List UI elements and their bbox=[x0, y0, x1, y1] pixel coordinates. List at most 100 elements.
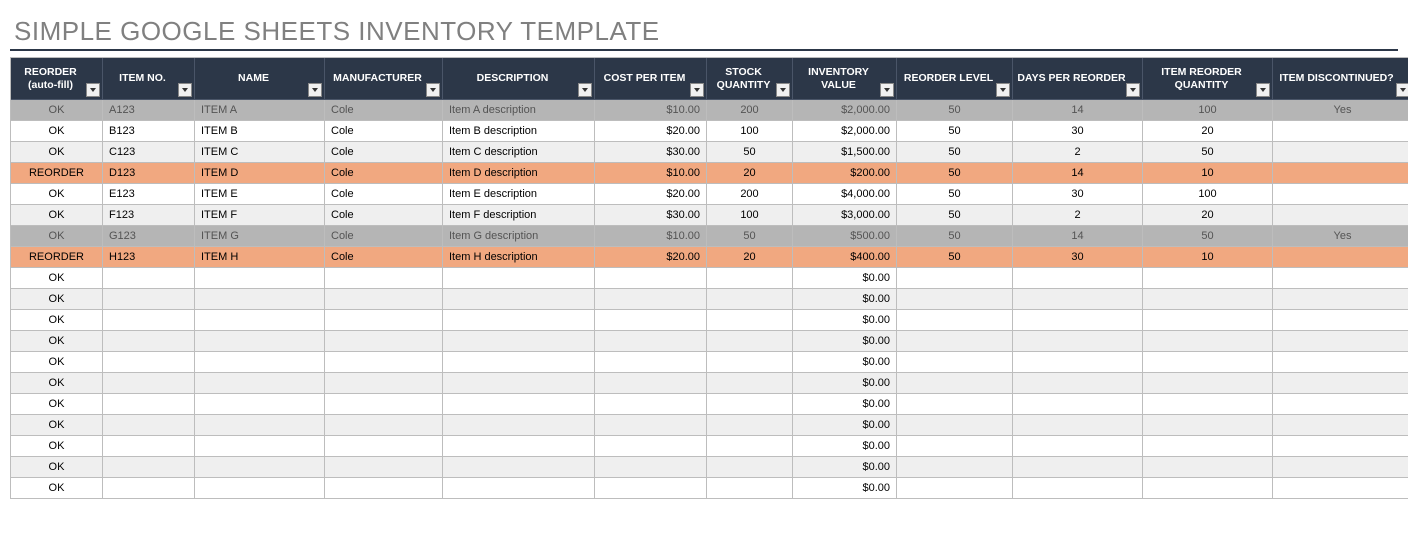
table-cell[interactable] bbox=[1273, 436, 1408, 457]
table-cell[interactable]: Item G description bbox=[443, 226, 595, 247]
table-cell[interactable]: Cole bbox=[325, 184, 443, 205]
table-cell[interactable]: Item C description bbox=[443, 142, 595, 163]
table-cell[interactable]: 2 bbox=[1013, 142, 1143, 163]
table-cell[interactable] bbox=[195, 310, 325, 331]
table-cell[interactable] bbox=[897, 457, 1013, 478]
table-cell[interactable]: ITEM A bbox=[195, 100, 325, 121]
table-cell[interactable]: Yes bbox=[1273, 226, 1408, 247]
table-cell[interactable] bbox=[595, 352, 707, 373]
table-cell[interactable]: $2,000.00 bbox=[793, 121, 897, 142]
table-cell[interactable] bbox=[1143, 457, 1273, 478]
filter-dropdown-icon[interactable] bbox=[178, 83, 192, 97]
column-header[interactable]: REORDER LEVEL bbox=[897, 58, 1013, 100]
table-cell[interactable]: $10.00 bbox=[595, 226, 707, 247]
column-header[interactable]: STOCK QUANTITY bbox=[707, 58, 793, 100]
column-header[interactable]: DAYS PER REORDER bbox=[1013, 58, 1143, 100]
filter-dropdown-icon[interactable] bbox=[578, 83, 592, 97]
table-cell[interactable] bbox=[443, 268, 595, 289]
table-cell[interactable]: $0.00 bbox=[793, 373, 897, 394]
table-cell[interactable]: $0.00 bbox=[793, 415, 897, 436]
table-cell[interactable] bbox=[707, 373, 793, 394]
table-cell[interactable] bbox=[325, 478, 443, 499]
table-cell[interactable] bbox=[1273, 415, 1408, 436]
table-cell[interactable]: 2 bbox=[1013, 205, 1143, 226]
table-cell[interactable] bbox=[1143, 331, 1273, 352]
table-cell[interactable] bbox=[595, 373, 707, 394]
table-cell[interactable]: H123 bbox=[103, 247, 195, 268]
table-cell[interactable] bbox=[443, 478, 595, 499]
filter-dropdown-icon[interactable] bbox=[1126, 83, 1140, 97]
table-cell[interactable]: Item B description bbox=[443, 121, 595, 142]
table-cell[interactable]: $0.00 bbox=[793, 436, 897, 457]
table-cell[interactable] bbox=[195, 457, 325, 478]
table-cell[interactable]: $20.00 bbox=[595, 121, 707, 142]
table-cell[interactable] bbox=[443, 352, 595, 373]
column-header[interactable]: NAME bbox=[195, 58, 325, 100]
table-cell[interactable] bbox=[195, 436, 325, 457]
table-cell[interactable]: OK bbox=[11, 310, 103, 331]
table-cell[interactable]: OK bbox=[11, 478, 103, 499]
table-cell[interactable] bbox=[1273, 268, 1408, 289]
filter-dropdown-icon[interactable] bbox=[690, 83, 704, 97]
table-cell[interactable]: 50 bbox=[897, 100, 1013, 121]
table-cell[interactable]: $4,000.00 bbox=[793, 184, 897, 205]
table-cell[interactable] bbox=[897, 373, 1013, 394]
table-cell[interactable] bbox=[707, 310, 793, 331]
table-cell[interactable]: 50 bbox=[897, 226, 1013, 247]
table-cell[interactable]: ITEM C bbox=[195, 142, 325, 163]
table-cell[interactable]: $10.00 bbox=[595, 163, 707, 184]
table-cell[interactable] bbox=[595, 310, 707, 331]
table-cell[interactable]: 100 bbox=[707, 205, 793, 226]
table-cell[interactable] bbox=[595, 268, 707, 289]
table-cell[interactable]: B123 bbox=[103, 121, 195, 142]
table-cell[interactable]: OK bbox=[11, 226, 103, 247]
column-header[interactable]: INVENTORY VALUE bbox=[793, 58, 897, 100]
table-cell[interactable] bbox=[595, 436, 707, 457]
column-header[interactable]: COST PER ITEM bbox=[595, 58, 707, 100]
table-cell[interactable]: 100 bbox=[1143, 184, 1273, 205]
table-cell[interactable] bbox=[325, 310, 443, 331]
table-cell[interactable]: 30 bbox=[1013, 184, 1143, 205]
table-cell[interactable] bbox=[707, 268, 793, 289]
column-header[interactable]: ITEM REORDER QUANTITY bbox=[1143, 58, 1273, 100]
table-cell[interactable]: D123 bbox=[103, 163, 195, 184]
table-cell[interactable]: $1,500.00 bbox=[793, 142, 897, 163]
table-cell[interactable]: ITEM E bbox=[195, 184, 325, 205]
table-cell[interactable]: $500.00 bbox=[793, 226, 897, 247]
table-cell[interactable]: $0.00 bbox=[793, 478, 897, 499]
table-cell[interactable]: 50 bbox=[897, 142, 1013, 163]
table-cell[interactable] bbox=[1273, 121, 1408, 142]
table-cell[interactable]: $10.00 bbox=[595, 100, 707, 121]
table-cell[interactable]: 50 bbox=[1143, 142, 1273, 163]
table-cell[interactable] bbox=[1273, 394, 1408, 415]
table-cell[interactable]: OK bbox=[11, 415, 103, 436]
table-cell[interactable] bbox=[897, 436, 1013, 457]
table-cell[interactable]: F123 bbox=[103, 205, 195, 226]
table-cell[interactable] bbox=[1273, 163, 1408, 184]
table-cell[interactable]: OK bbox=[11, 184, 103, 205]
table-cell[interactable] bbox=[1143, 310, 1273, 331]
table-cell[interactable] bbox=[103, 457, 195, 478]
table-cell[interactable]: 10 bbox=[1143, 247, 1273, 268]
table-cell[interactable] bbox=[897, 310, 1013, 331]
table-cell[interactable] bbox=[595, 331, 707, 352]
table-cell[interactable] bbox=[443, 373, 595, 394]
table-cell[interactable] bbox=[325, 394, 443, 415]
table-cell[interactable] bbox=[103, 289, 195, 310]
table-cell[interactable] bbox=[897, 331, 1013, 352]
table-cell[interactable]: Cole bbox=[325, 100, 443, 121]
table-cell[interactable] bbox=[1273, 205, 1408, 226]
table-cell[interactable]: OK bbox=[11, 268, 103, 289]
table-cell[interactable] bbox=[897, 268, 1013, 289]
table-cell[interactable]: 20 bbox=[707, 247, 793, 268]
table-cell[interactable] bbox=[1273, 457, 1408, 478]
table-cell[interactable]: Item F description bbox=[443, 205, 595, 226]
table-cell[interactable] bbox=[325, 289, 443, 310]
table-cell[interactable] bbox=[1143, 352, 1273, 373]
table-cell[interactable] bbox=[443, 331, 595, 352]
table-cell[interactable] bbox=[443, 310, 595, 331]
table-cell[interactable]: OK bbox=[11, 457, 103, 478]
table-cell[interactable]: OK bbox=[11, 289, 103, 310]
table-cell[interactable]: $0.00 bbox=[793, 331, 897, 352]
table-cell[interactable]: 20 bbox=[1143, 121, 1273, 142]
